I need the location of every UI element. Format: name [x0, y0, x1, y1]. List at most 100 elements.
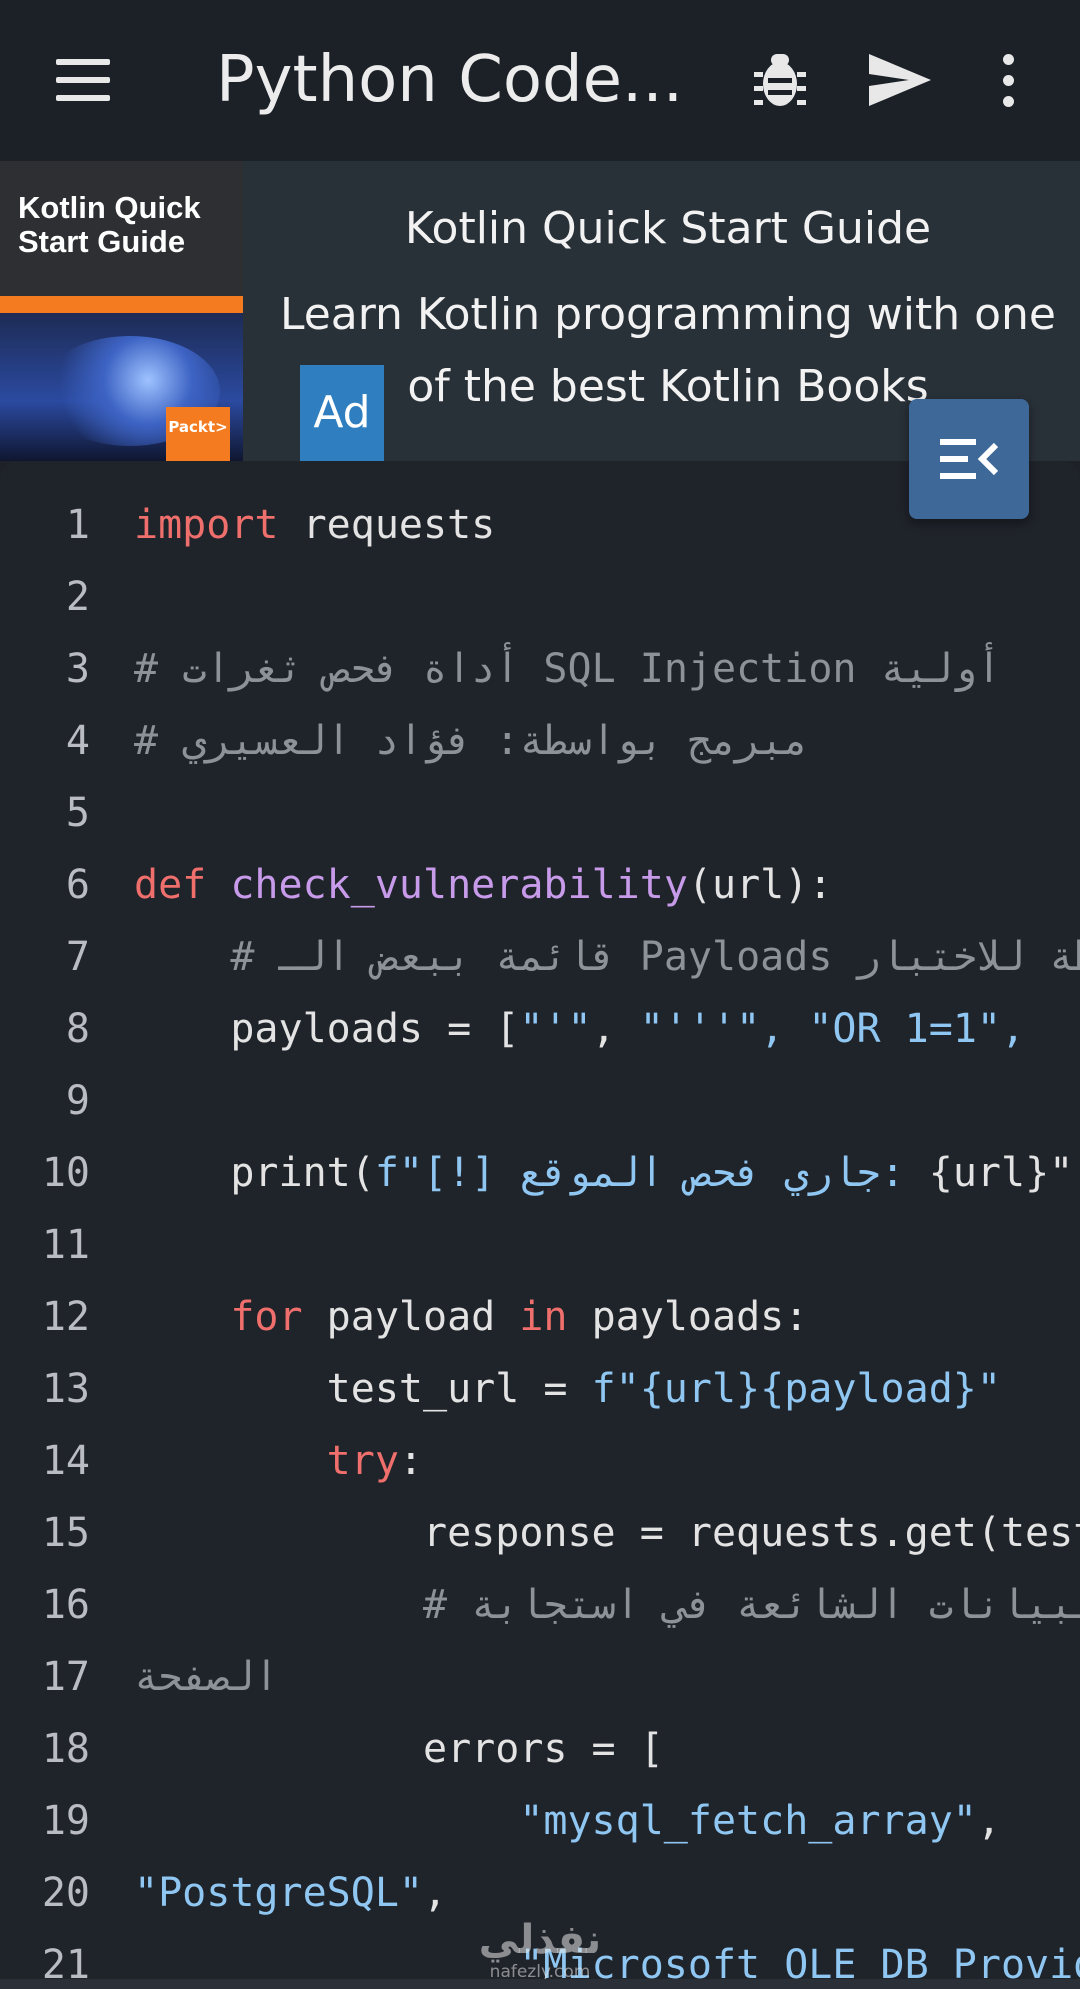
code-token: # قائمة ببعض الـ Payloads البسيطة للاختب… [230, 934, 1080, 980]
book-title-line2: Start Guide [18, 224, 186, 259]
code-token: , [422, 1870, 448, 1916]
line-number: 19 [41, 1798, 90, 1844]
line-number: 16 [41, 1582, 90, 1628]
code-line: 19 "mysql_fetch_array", [0, 1785, 1080, 1857]
code-line: 14 try: [0, 1425, 1080, 1497]
line-number: 6 [65, 862, 90, 908]
line-number: 5 [65, 790, 90, 836]
code-text: "mysql_fetch_array", [134, 1785, 1001, 1857]
code-line: 2 [0, 561, 1080, 633]
line-number: 3 [65, 646, 90, 692]
code-token: # أداة فحص ثغرات SQL Injection أولية [134, 646, 1001, 692]
code-line: 18 errors = [ [0, 1713, 1080, 1785]
code-token: requests [278, 502, 496, 548]
code-text: "PostgreSQL", [134, 1857, 447, 1929]
code-token: test_url = [134, 1366, 592, 1412]
more-vert-icon[interactable] [968, 40, 1048, 120]
code-line: 9 [0, 1065, 1080, 1137]
line-number: 8 [65, 1006, 90, 1052]
code-text: def check_vulnerability(url): [134, 849, 832, 921]
code-token: , [591, 1006, 640, 1052]
line-number: 1 [65, 502, 90, 548]
code-token: def [134, 862, 207, 908]
ad-headline: Kotlin Quick Start Guide [404, 203, 932, 254]
code-token: payload [302, 1294, 520, 1340]
code-line: 16 # البحث عن أخطاء قواعد البيانات الشائ… [0, 1569, 1080, 1641]
app-bar: Python Code... [0, 0, 1080, 161]
code-token: f"{url}{payload}" [591, 1366, 1001, 1412]
line-number: 20 [41, 1870, 90, 1916]
publisher-logo: Packt> [166, 407, 230, 461]
code-text: response = requests.get(test_url) [134, 1497, 1080, 1569]
code-token: {url}") [928, 1150, 1080, 1196]
code-line: 15 response = requests.get(test_url) [0, 1497, 1080, 1569]
line-number: 14 [41, 1438, 90, 1484]
code-token: in [519, 1294, 568, 1340]
code-line: 10 print(f"[!] جاري فحص الموقع: {url}") [0, 1137, 1080, 1209]
code-token: # مبرمج بواسطة: فؤاد العسيري [134, 718, 809, 764]
code-text: # أداة فحص ثغرات SQL Injection أولية [134, 633, 1001, 705]
line-number: 11 [41, 1222, 90, 1268]
code-line: 6 def check_vulnerability(url): [0, 849, 1080, 921]
code-text: # البحث عن أخطاء قواعد البيانات الشائعة … [134, 1569, 1080, 1641]
bottom-bar [0, 1979, 1080, 1989]
book-title: Kotlin Quick Start Guide [18, 191, 201, 259]
line-number: 17 [41, 1654, 90, 1700]
code-line: 17 الصفحة [0, 1641, 1080, 1713]
line-number: 9 [65, 1078, 90, 1124]
bug-icon[interactable] [740, 40, 820, 120]
code-token: payloads: [567, 1294, 809, 1340]
line-number: 12 [41, 1294, 90, 1340]
code-token: (url): [687, 862, 833, 908]
code-token: "PostgreSQL" [134, 1870, 423, 1916]
code-text: errors = [ [134, 1713, 664, 1785]
page-title: Python Code... [216, 43, 684, 117]
line-number: 4 [65, 718, 90, 764]
line-number: 2 [65, 574, 90, 620]
code-line: 5 [0, 777, 1080, 849]
code-token: "'" [519, 1006, 592, 1052]
code-line: 12 for payload in payloads: [0, 1281, 1080, 1353]
code-token: payloads = [ [134, 1006, 520, 1052]
code-token: response = requests.get(test_url) [422, 1510, 1080, 1556]
code-line: 8 payloads = ["'", "'''", "OR 1=1", [0, 993, 1080, 1065]
code-text: # قائمة ببعض الـ Payloads البسيطة للاختب… [134, 921, 1080, 993]
book-title-line1: Kotlin Quick [18, 190, 201, 225]
code-token: : [398, 1438, 423, 1484]
code-token: import [134, 502, 279, 548]
code-text: test_url = f"{url}{payload}" [134, 1353, 1001, 1425]
code-token: , "OR 1=1", [760, 1006, 1050, 1052]
code-token: الصفحة [134, 1654, 279, 1700]
menu-open-icon[interactable] [909, 399, 1029, 519]
code-token: check_vulnerability [230, 862, 688, 908]
line-number: 18 [41, 1726, 90, 1772]
code-line: 4 # مبرمج بواسطة: فؤاد العسيري [0, 705, 1080, 777]
code-text: payloads = ["'", "'''", "OR 1=1", [134, 993, 1049, 1065]
line-number: 15 [41, 1510, 90, 1556]
code-token: f"[!] جاري فحص الموقع: [374, 1150, 929, 1196]
code-editor[interactable]: 1 import requests 2 3 # أداة فحص ثغرات SQL I… [0, 461, 1080, 1979]
code-token: "mysql_fetch_array" [519, 1798, 977, 1844]
watermark-arabic: نفذلي [478, 1917, 602, 1963]
code-token: for [230, 1294, 303, 1340]
line-number: 13 [41, 1366, 90, 1412]
send-icon[interactable] [860, 40, 940, 120]
code-text: الصفحة [134, 1641, 279, 1713]
code-text: import requests [134, 489, 495, 561]
code-line: 13 test_url = f"{url}{payload}" [0, 1353, 1080, 1425]
line-number: 7 [65, 934, 90, 980]
code-token: # البحث عن أخطاء قواعد البيانات الشائعة … [422, 1582, 1080, 1628]
code-text: for payload in payloads: [134, 1281, 808, 1353]
code-token: try [326, 1438, 399, 1484]
menu-icon[interactable] [40, 40, 128, 120]
book-cover-image: Kotlin Quick Start Guide Packt> [0, 161, 243, 461]
code-token: , [976, 1798, 1001, 1844]
code-text: print(f"[!] جاري فحص الموقع: {url}") [134, 1137, 1080, 1209]
code-line: 3 # أداة فحص ثغرات SQL Injection أولية [0, 633, 1080, 705]
code-text: try: [134, 1425, 423, 1497]
code-token: "'''" [639, 1006, 761, 1052]
line-number: 10 [41, 1150, 90, 1196]
